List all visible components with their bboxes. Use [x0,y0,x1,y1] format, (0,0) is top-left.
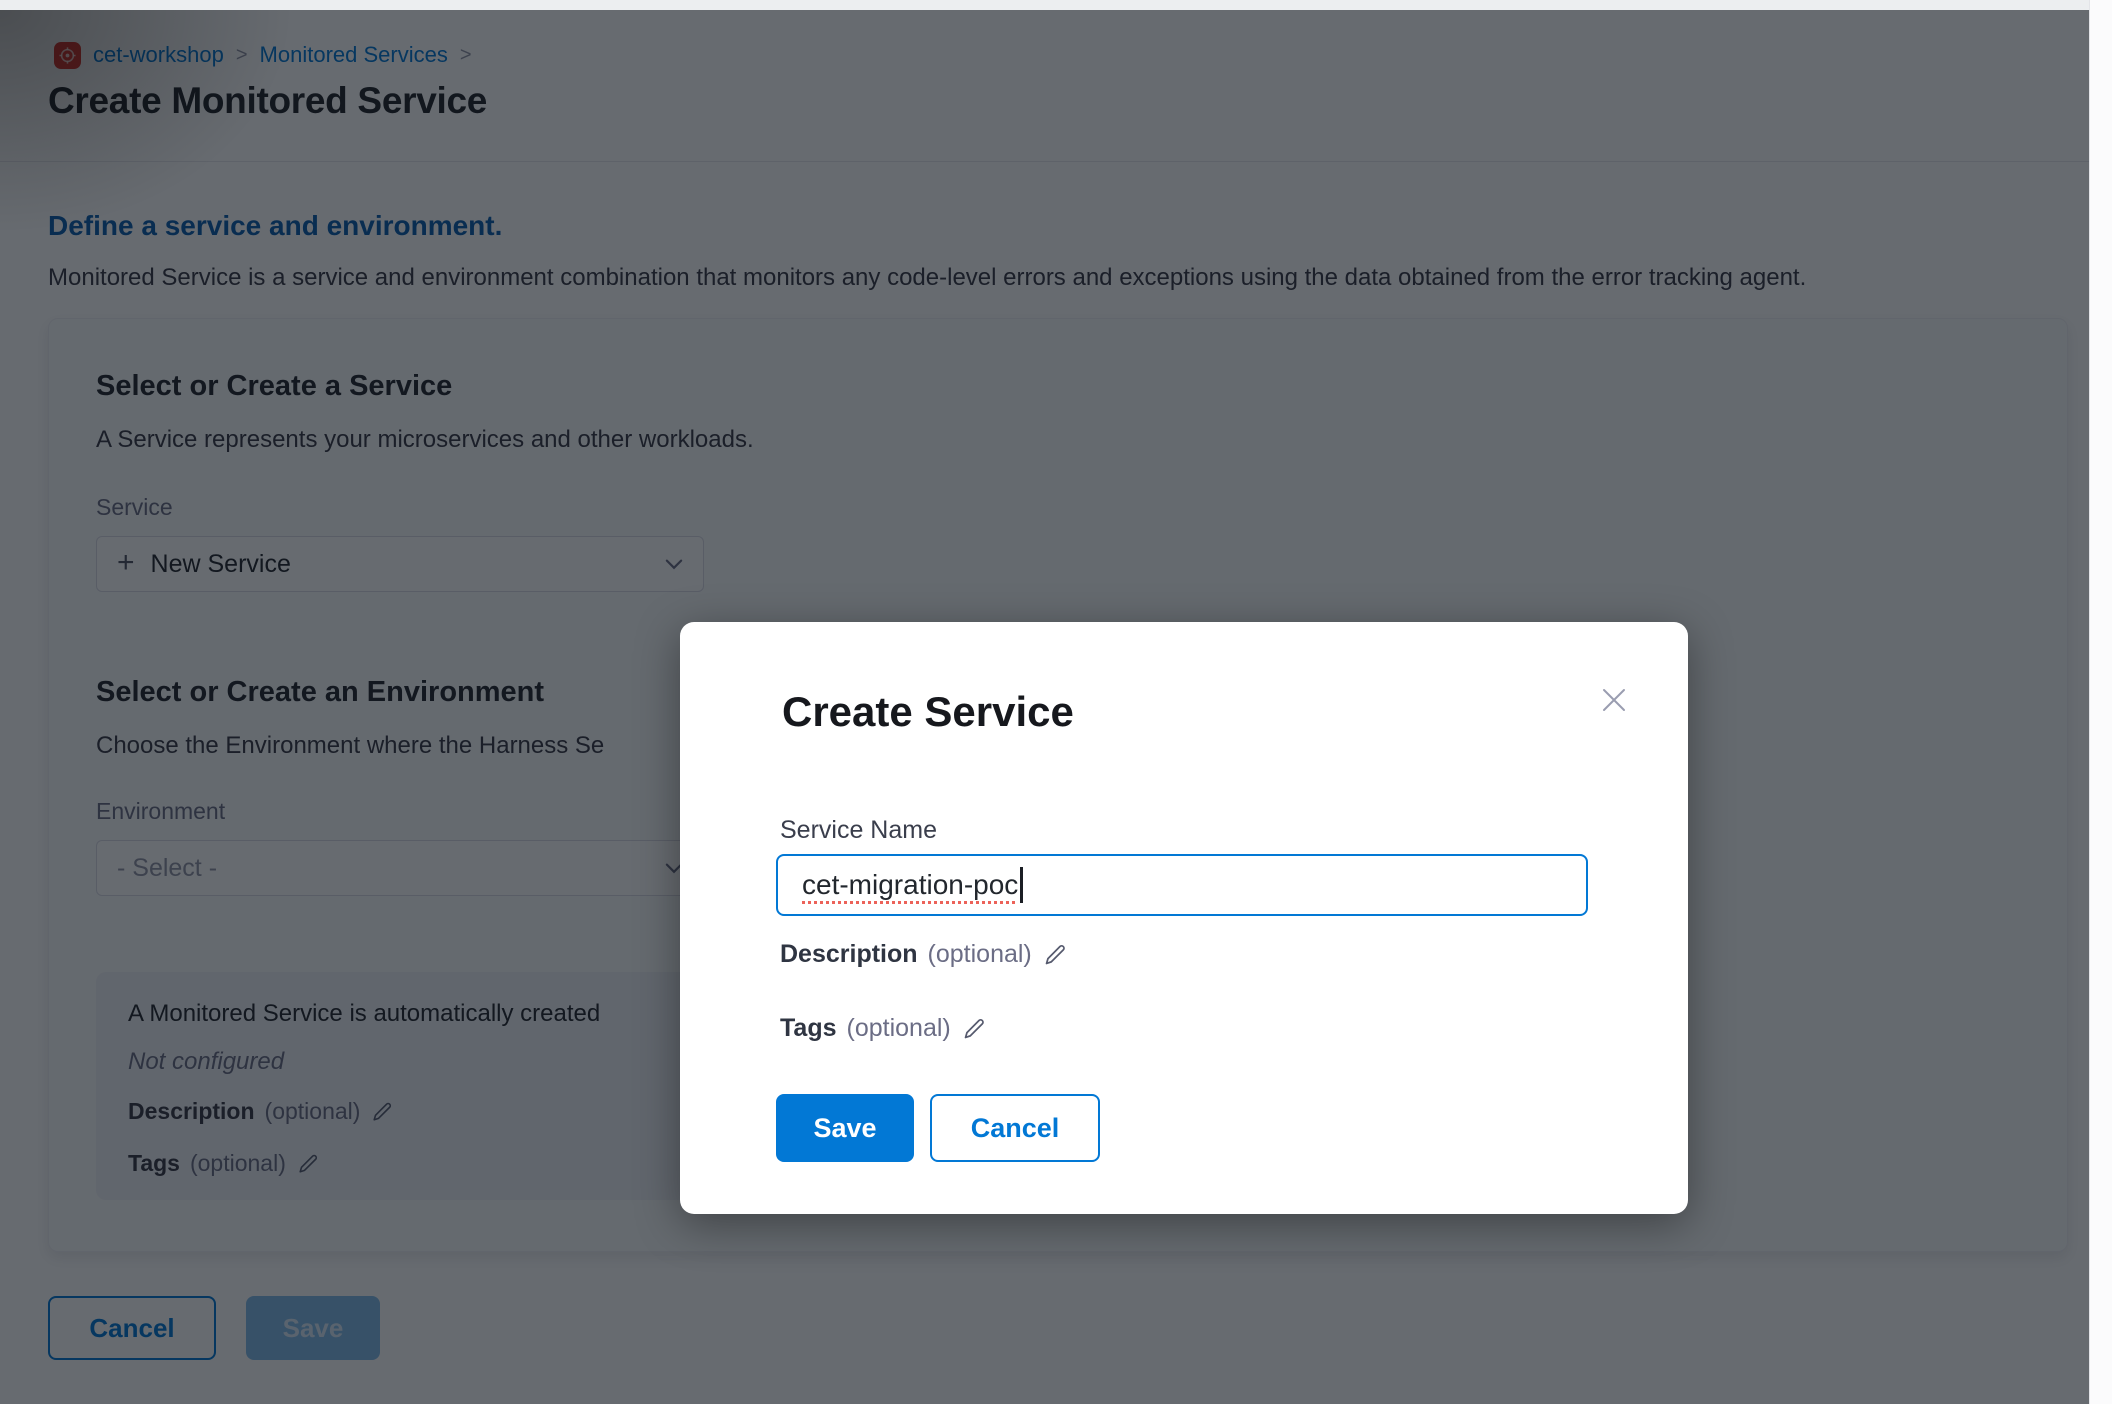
edit-tags-pencil-icon[interactable] [961,1016,987,1042]
modal-tags-row: Tags (optional) [780,1014,987,1043]
optional-label: (optional) [847,1014,951,1043]
service-name-value: cet-migration-poc [802,869,1018,901]
tags-label: Tags [780,1014,837,1043]
service-name-input[interactable]: cet-migration-poc [776,854,1588,916]
modal-title: Create Service [782,688,1074,736]
create-service-modal: Create Service Service Name cet-migratio… [680,622,1688,1214]
description-label: Description [780,940,918,969]
window-right-strip [2089,0,2112,1404]
close-icon[interactable] [1594,680,1634,720]
text-caret [1020,867,1023,903]
modal-description-row: Description (optional) [780,940,1068,969]
modal-cancel-button[interactable]: Cancel [930,1094,1100,1162]
modal-save-button[interactable]: Save [776,1094,914,1162]
edit-description-pencil-icon[interactable] [1042,942,1068,968]
service-name-label: Service Name [780,816,937,845]
screen: cet-workshop > Monitored Services > Crea… [0,0,2112,1404]
optional-label: (optional) [928,940,1032,969]
window-top-strip [0,0,2112,10]
